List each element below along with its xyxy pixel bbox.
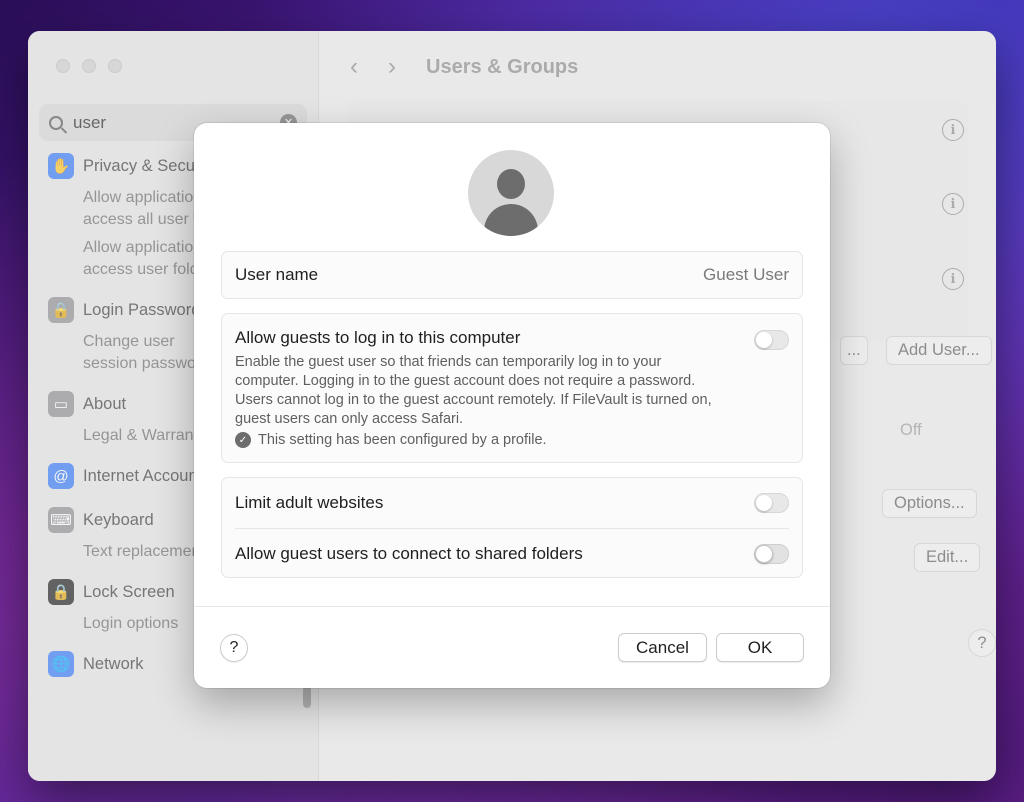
guest-user-sheet: User name Guest User Allow guests to log… <box>194 123 830 688</box>
shared-folders-toggle[interactable] <box>754 544 789 564</box>
allow-guests-row: Allow guests to log in to this computer … <box>221 313 803 463</box>
user-silhouette-body <box>484 204 538 236</box>
limit-adult-row: Limit adult websites <box>222 478 802 528</box>
username-label: User name <box>235 265 319 284</box>
shared-folders-label: Allow guest users to connect to shared f… <box>235 544 583 563</box>
guest-options-group: Limit adult websites Allow guest users t… <box>221 477 803 578</box>
ok-button[interactable]: OK <box>716 633 804 662</box>
allow-guests-toggle[interactable] <box>754 330 789 350</box>
shared-folders-row: Allow guest users to connect to shared f… <box>222 529 802 579</box>
limit-adult-label: Limit adult websites <box>235 493 384 512</box>
avatar <box>468 150 554 236</box>
username-value: Guest User <box>703 265 789 284</box>
username-row: User name Guest User <box>221 251 803 299</box>
help-button[interactable]: ? <box>220 634 248 662</box>
cancel-button[interactable]: Cancel <box>618 633 707 662</box>
user-silhouette-icon <box>497 169 525 199</box>
limit-adult-toggle[interactable] <box>754 493 789 513</box>
profile-note-text: This setting has been configured by a pr… <box>258 432 547 448</box>
verified-badge-icon: ✓ <box>235 432 251 448</box>
footer-divider <box>194 606 830 607</box>
profile-note: ✓ This setting has been configured by a … <box>235 432 789 448</box>
allow-guests-description: Enable the guest user so that friends ca… <box>235 354 712 427</box>
allow-guests-title: Allow guests to log in to this computer <box>235 328 521 347</box>
